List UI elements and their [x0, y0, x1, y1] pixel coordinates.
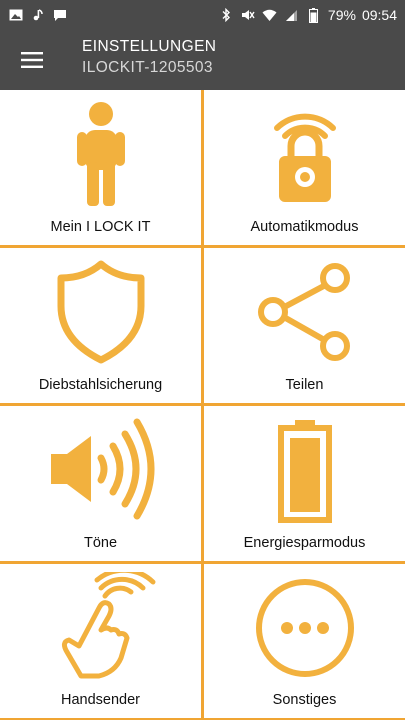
tile-label: Mein I LOCK IT — [50, 219, 151, 235]
app-bar-titles: EINSTELLUNGEN ILOCKIT-1205503 — [82, 37, 216, 79]
signal-icon — [284, 7, 300, 23]
notification-icon — [30, 7, 46, 23]
menu-button[interactable] — [14, 44, 50, 76]
tile-label: Töne — [83, 535, 118, 551]
status-bar-right: 79% 09:54 — [218, 7, 397, 23]
battery-icon — [277, 420, 332, 523]
lock-wireless-icon — [273, 113, 336, 202]
battery-percent: 79% — [327, 7, 356, 23]
mute-icon — [240, 7, 256, 23]
hamburger-menu-icon — [21, 52, 43, 68]
page-title: EINSTELLUNGEN — [82, 38, 217, 55]
app-bar: EINSTELLUNGEN ILOCKIT-1205503 — [0, 30, 405, 90]
message-icon — [52, 7, 68, 23]
tile-label: Handsender — [61, 692, 140, 708]
bluetooth-icon — [218, 7, 234, 23]
clock: 09:54 — [361, 7, 397, 23]
speaker-icon — [50, 418, 154, 520]
tile-label: Sonstiges — [272, 692, 337, 708]
tile-diebstahlsicherung[interactable]: Diebstahlsicherung — [0, 248, 201, 403]
tile-teilen[interactable]: Teilen — [204, 248, 405, 403]
tile-toene[interactable]: Töne — [0, 406, 201, 561]
device-name: ILOCKIT-1205503 — [82, 59, 213, 76]
tile-mein-i-lock-it[interactable]: Mein I LOCK IT — [0, 90, 201, 245]
tile-automatikmodus[interactable]: Automatikmodus — [204, 90, 405, 245]
share-icon — [257, 263, 350, 361]
tile-energiesparmodus[interactable]: Energiesparmodus — [204, 406, 405, 561]
tile-label: Energiesparmodus — [243, 535, 366, 551]
person-icon — [76, 102, 125, 206]
settings-grid: Mein I LOCK IT Automatikmodus Diebstahls… — [0, 90, 405, 720]
hand-tap-icon — [61, 572, 155, 679]
status-bar: 79% 09:54 — [0, 0, 405, 30]
status-bar-left — [8, 7, 68, 23]
tile-label: Automatikmodus — [250, 219, 359, 235]
tile-label: Diebstahlsicherung — [38, 377, 163, 393]
image-icon — [8, 7, 24, 23]
more-icon — [255, 579, 354, 677]
tile-label: Teilen — [285, 377, 324, 393]
shield-icon — [57, 260, 144, 364]
tile-sonstiges[interactable]: Sonstiges — [204, 564, 405, 718]
battery-icon — [306, 7, 322, 23]
wifi-icon — [262, 7, 278, 23]
tile-handsender[interactable]: Handsender — [0, 564, 201, 718]
